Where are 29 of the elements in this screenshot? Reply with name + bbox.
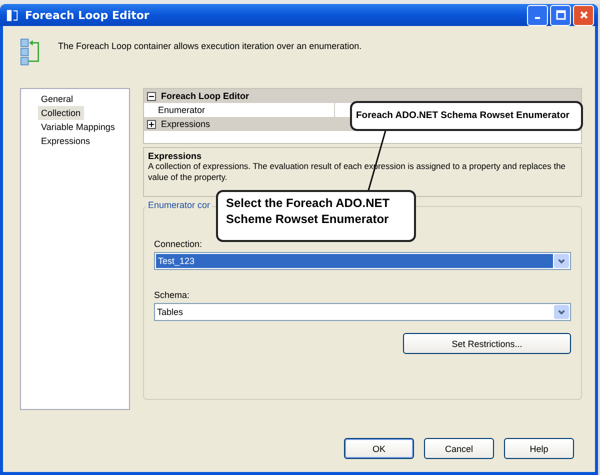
page-list-item[interactable]: General [38,92,76,106]
loop-container-icon [20,38,42,66]
page-list-item[interactable]: Collection [38,106,84,120]
window-title: Foreach Loop Editor [25,8,150,22]
callout: Select the Foreach ADO.NET Scheme Rowset Enumerator [216,190,416,242]
dialog-button[interactable]: Help [504,438,574,459]
window-icon [6,8,19,22]
dropdown-field[interactable]: Tables [154,303,571,321]
maximize-icon[interactable] [556,10,566,20]
collapse-icon[interactable] [147,92,156,100]
expand-icon[interactable] [147,120,156,128]
dialog-button[interactable]: Cancel [424,438,494,459]
description-title: Expressions [148,151,203,161]
category-label: Foreach Loop Editor [161,91,250,101]
close-button[interactable] [573,4,594,26]
dialog-button[interactable]: OK [344,438,414,459]
callout: Foreach ADO.NET Schema Rowset Enumerator [350,101,583,131]
field-label: Connection: [154,239,204,249]
page-list-item[interactable]: Expressions [38,134,94,148]
minimize-button[interactable] [527,4,548,26]
header-description: The Foreach Loop container allows execution iteration over an enumeration. [58,40,362,51]
set-restrictions-button[interactable]: Set Restrictions... [403,333,571,354]
close-icon[interactable] [578,10,588,20]
dropdown-field[interactable]: Test_123 [154,252,571,270]
group-legend: Enumerator cor [146,200,212,210]
page-list-item[interactable]: Variable Mappings [38,120,118,134]
category-label: Expressions [161,119,210,129]
field-label: Schema: [154,290,191,300]
maximize-button[interactable] [550,4,571,26]
